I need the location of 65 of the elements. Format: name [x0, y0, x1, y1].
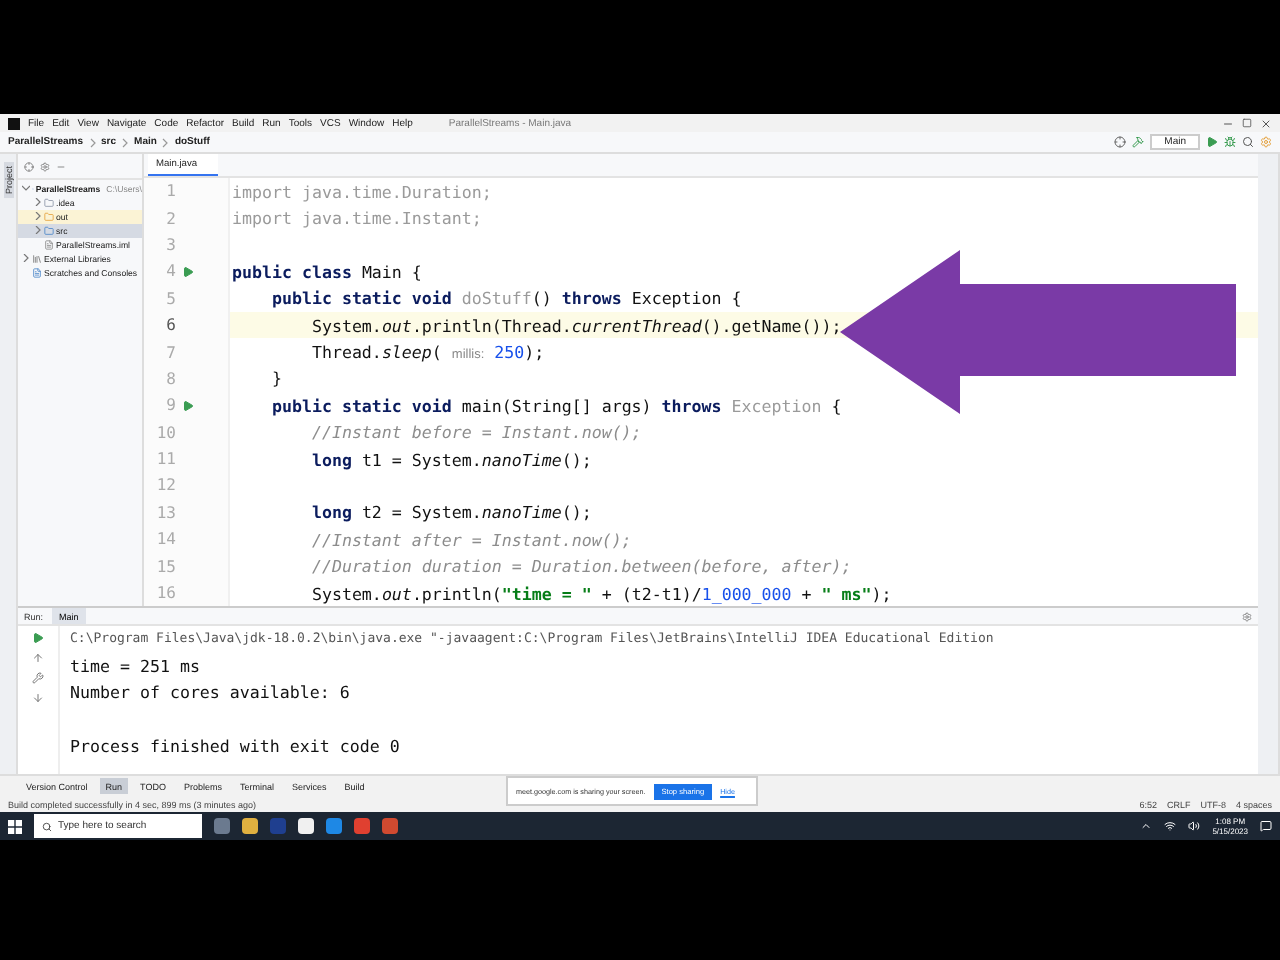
- line-number: 8: [164, 369, 176, 388]
- line-number: 2: [164, 209, 176, 228]
- line-number: 9: [164, 396, 176, 415]
- code-line: import java.time.Instant;: [230, 208, 482, 229]
- console-line: Number of cores available: 6: [70, 680, 352, 706]
- line-number: 1: [164, 182, 176, 201]
- line-number: 3: [164, 235, 176, 254]
- hammer-icon: [1132, 136, 1145, 148]
- wifi-icon: [1164, 820, 1177, 832]
- windows-logo-icon: [8, 819, 22, 833]
- crosshair-icon: [24, 161, 34, 171]
- chevron-right-icon: [122, 137, 129, 147]
- code-line: System.out.println("time = " + (t2-t1)/1_000_000 + " ms");: [309, 583, 892, 604]
- settings-icon: [40, 161, 50, 171]
- line-number: 14: [154, 530, 176, 549]
- code-line: long t2 = System.nanoTime();: [309, 502, 592, 523]
- line-number: 11: [154, 450, 176, 469]
- console-line: Process finished with exit code 0: [70, 734, 402, 760]
- close-icon: [1260, 117, 1272, 129]
- chevron-down-icon: [22, 184, 30, 192]
- volume-icon: [1188, 820, 1201, 832]
- search-icon: [42, 821, 52, 831]
- code-line: //Instant before = Instant.now();: [309, 422, 642, 443]
- maximize-icon: [1242, 118, 1252, 128]
- file-icon: [44, 240, 54, 250]
- line-number: 4: [164, 262, 176, 281]
- code-line: public static void main(String[] args) throws Exception {: [269, 395, 842, 416]
- code-line: System.out.println(Thread.currentThread().getName());: [309, 315, 842, 336]
- arrow-up-icon: [32, 652, 44, 664]
- arrow-down-icon: [32, 692, 44, 704]
- line-number: 13: [154, 503, 176, 522]
- chevron-right-icon: [89, 137, 96, 147]
- minus-icon: [56, 161, 66, 171]
- library-icon: [32, 254, 42, 264]
- code-line: long t1 = System.nanoTime();: [309, 449, 592, 470]
- console-line: time = 251 ms: [70, 653, 202, 679]
- code-line: public class Main {: [230, 261, 422, 282]
- line-number: 7: [164, 343, 176, 362]
- app-logo-icon: [8, 117, 20, 129]
- line-number: 10: [154, 423, 176, 442]
- code-line: public static void doStuff() throws Exception {: [269, 288, 742, 309]
- run-icon[interactable]: [182, 399, 194, 412]
- chevron-right-icon: [162, 137, 169, 147]
- run-icon: [1206, 136, 1218, 148]
- code-line: }: [269, 368, 282, 389]
- search-icon: [1242, 136, 1254, 148]
- wrench-icon: [32, 672, 44, 684]
- line-number: 5: [164, 289, 176, 308]
- code-line: //Instant after = Instant.now();: [309, 529, 632, 550]
- minimize-icon: [1222, 117, 1234, 129]
- notification-icon: [1260, 820, 1272, 832]
- bug-icon: [1224, 136, 1236, 148]
- run-icon: [32, 632, 44, 644]
- line-number: 6: [164, 316, 176, 335]
- settings-icon: [1242, 611, 1252, 621]
- settings-icon: [1260, 136, 1272, 148]
- chevron-right-icon: [22, 254, 30, 262]
- run-icon[interactable]: [182, 265, 194, 278]
- line-number: 16: [154, 584, 176, 603]
- line-number: 15: [154, 557, 176, 576]
- code-line: //Duration duration = Duration.between(before, after);: [309, 556, 852, 577]
- line-number: 12: [154, 476, 176, 495]
- code-line: import java.time.Duration;: [230, 181, 492, 202]
- chevron-up-icon: [1140, 820, 1153, 832]
- console-icon: [32, 268, 42, 278]
